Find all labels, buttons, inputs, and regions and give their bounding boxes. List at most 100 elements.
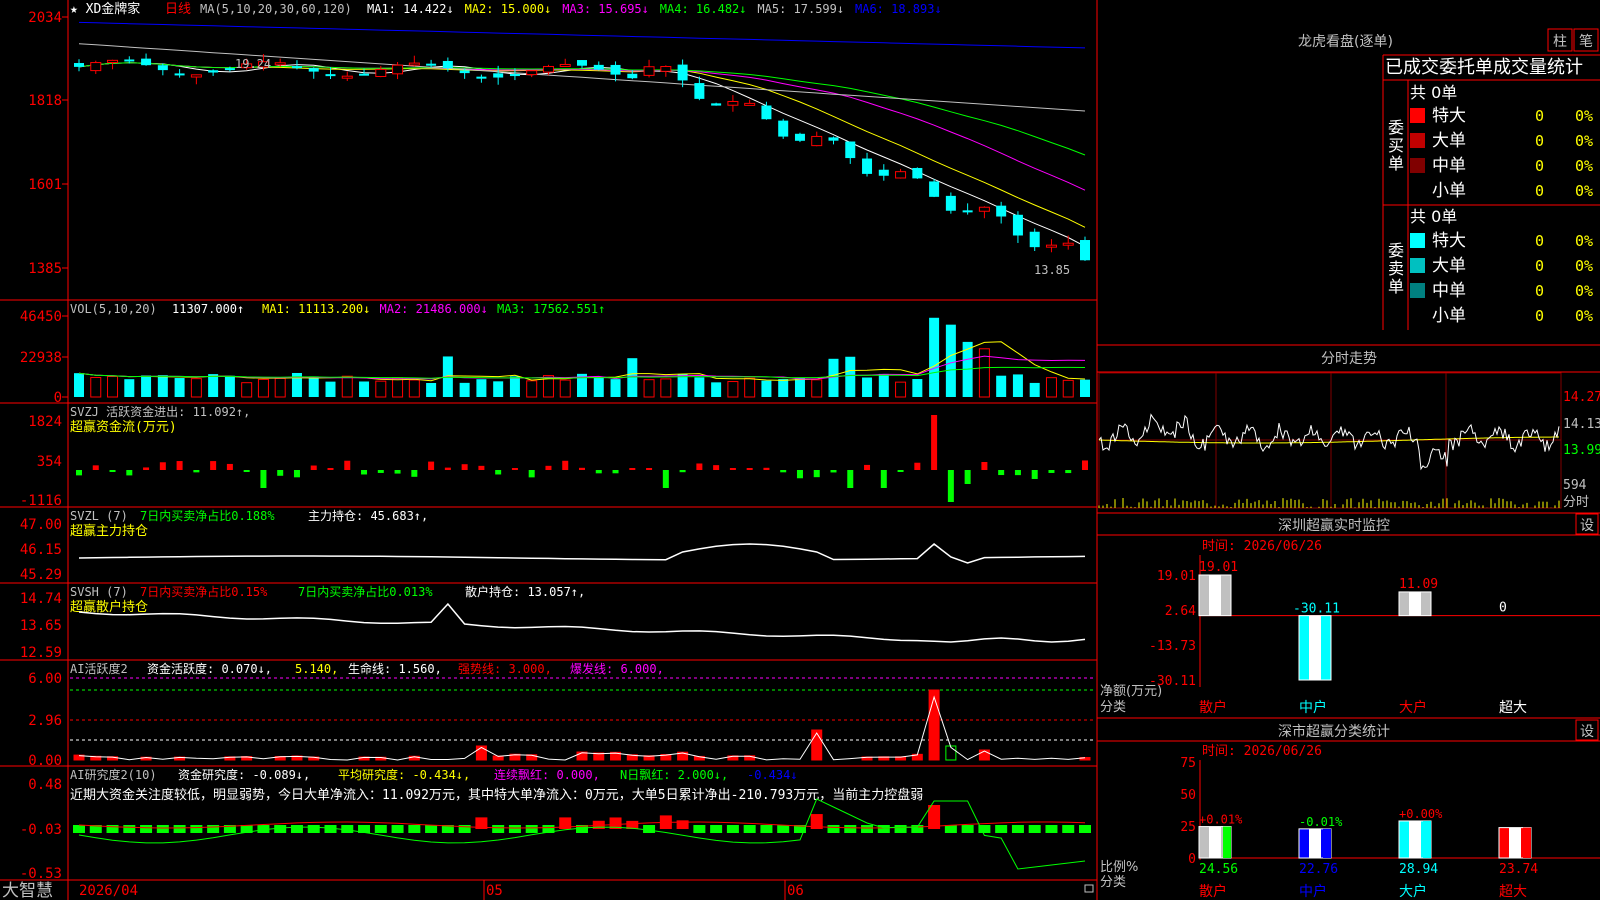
ai2-bar-13 xyxy=(290,825,303,833)
ai2-bar-4 xyxy=(140,825,153,833)
sell-rows-label-0: 特大 xyxy=(1432,231,1466,251)
sell-rows-value-2: 0 xyxy=(1535,282,1544,300)
sz-value-0: 19.01 xyxy=(1199,560,1238,575)
vol-bar-20 xyxy=(408,379,420,398)
candles xyxy=(74,53,1090,261)
ai2-ytick-1: -0.03 xyxy=(20,822,62,838)
vol-bar-25 xyxy=(493,381,504,397)
svsh-ytick-0: 14.74 xyxy=(20,591,62,607)
ai2-bar-50 xyxy=(911,825,924,833)
ma-legend-item-1: MA2: 15.000↓ xyxy=(465,2,552,16)
vol-bar-42 xyxy=(778,379,789,397)
svzj-bar-25 xyxy=(495,470,502,475)
sc-time: 时间: 2026/06/26 xyxy=(1202,744,1322,759)
sell-rows-swatch-2 xyxy=(1410,283,1425,298)
buy-rows-value-2: 0 xyxy=(1535,157,1544,175)
vol-bar-60 xyxy=(1080,379,1090,397)
ai1-label-d: 生命线: 1.560, xyxy=(348,661,442,676)
volume-panel: VOL(5,10,20) 11307.000↑ MA1: 11113.200↓ M… xyxy=(20,302,1090,406)
sell-rows: 特大 0 0% 大单 0 0% 中单 0 0% 小单 0 0% xyxy=(1410,231,1593,326)
sc-bar-hl-2 xyxy=(1409,820,1421,858)
ai2-bar-57 xyxy=(1028,825,1041,833)
svzj-bar-14 xyxy=(310,465,317,470)
candle-body-51 xyxy=(929,181,940,197)
svzj-bar-1 xyxy=(92,465,99,470)
svzl-line xyxy=(78,543,1086,564)
sz-ytick-1: 2.64 xyxy=(1165,604,1196,619)
svzj-bar-22 xyxy=(444,467,451,470)
vol-bar-5 xyxy=(157,375,168,397)
ma-line-1 xyxy=(78,62,1086,247)
stock-terminal: ★ XD金牌家 日线 MA(5,10,20,30,60,120) MA1: 14… xyxy=(0,0,1600,900)
svzj-bar-42 xyxy=(780,470,787,473)
sc-ytick-2: 25 xyxy=(1180,820,1196,835)
ai2-bar-21 xyxy=(425,825,438,833)
candle-body-8 xyxy=(208,70,219,73)
vol-bar-2 xyxy=(107,375,119,398)
vol-bar-15 xyxy=(325,381,336,397)
vol-bar-49 xyxy=(895,381,907,398)
sell-rows-swatch-0 xyxy=(1410,233,1425,248)
sz-bar-hl-2 xyxy=(1409,591,1421,616)
ma-legend: MA1: 14.422↓ MA2: 15.000↓ MA3: 15.695↓ MA4:… xyxy=(367,2,942,16)
sz-time: 时间: 2026/06/26 xyxy=(1202,539,1322,554)
sell-rows-swatch-1 xyxy=(1410,258,1425,273)
svzj-bar-29 xyxy=(562,460,569,470)
candle-body-31 xyxy=(593,64,604,70)
svzj-bar-37 xyxy=(696,463,703,470)
vol-bar-39 xyxy=(727,381,739,398)
candle-body-17 xyxy=(359,73,370,76)
vol-bar-58 xyxy=(1045,377,1057,398)
candle-body-18 xyxy=(375,68,387,77)
kline-ytick-0: 2034 xyxy=(28,10,62,26)
sell-group-2: 卖 xyxy=(1388,259,1404,278)
ai2-bar-56 xyxy=(1011,825,1024,833)
high-price-label: 19.24 xyxy=(235,57,271,71)
svsh-label-c: 7日内买卖净占比0.013% xyxy=(298,584,433,599)
period-label[interactable]: 日线 xyxy=(165,2,191,17)
sz-value-1: -30.11 xyxy=(1293,602,1340,617)
svzj-bar-34 xyxy=(646,468,653,470)
ai2-label-b: 资金研究度: -0.089↓, xyxy=(178,767,310,782)
buy-rows-label-1: 大单 xyxy=(1432,131,1466,151)
date-axis: 大智慧 2026/04 05 06 xyxy=(2,880,1094,900)
sell-rows-value-0: 0 xyxy=(1535,232,1544,250)
sz-category-0: 散户 xyxy=(1199,699,1227,716)
fenshi-ytick-1: 14.13 xyxy=(1563,417,1600,432)
stock-title: ★ XD金牌家 xyxy=(70,1,140,17)
ma-line-3 xyxy=(78,62,1086,191)
fenshi-ytick-0: 14.27 xyxy=(1563,390,1600,405)
svzj-panel: SVZJ 活跃资金进出: 11.092↑, 超赢资金流(万元) 1824 354 -… xyxy=(20,404,1088,509)
svzl-panel: SVZL (7) 7日内买卖净占比0.188% 主力持仓: 45.683↑, 超… xyxy=(20,508,1086,583)
vol-bar-59 xyxy=(1062,379,1074,398)
vol-bar-50 xyxy=(912,379,923,397)
sz-xlabel: 分类 xyxy=(1100,700,1126,715)
sell-rows-pct-3: 0% xyxy=(1575,307,1593,325)
ai2-bar-14 xyxy=(307,825,320,833)
ai2-bar-40 xyxy=(743,825,756,833)
sz-bar-chart: 19.012.64-13.73-30.1119.01散户-30.11中户11.0… xyxy=(1149,560,1600,716)
svzl-label-b: 7日内买卖净占比0.188% xyxy=(140,508,275,523)
ai2-label-a: AI研究度2(10) xyxy=(70,767,157,782)
vol-bar-21 xyxy=(426,382,437,397)
sc-category-2: 大户 xyxy=(1399,883,1427,900)
candle-body-4 xyxy=(141,58,152,66)
ai2-bar-25 xyxy=(492,825,505,833)
buy-rows-value-1: 0 xyxy=(1535,132,1544,150)
candle-body-40 xyxy=(744,102,756,106)
sz-category-3: 超大 xyxy=(1499,700,1527,716)
lock-icon[interactable] xyxy=(1084,884,1094,893)
svzj-bar-48 xyxy=(880,470,887,488)
longhu-panel: 龙虎看盘(逐单) 柱 笔 已成交委托单成交量统计 委 买 单 委 卖 单 共 0… xyxy=(1298,28,1600,330)
sc-ytick-3: 0 xyxy=(1188,852,1196,867)
candle-body-45 xyxy=(828,137,839,141)
svzj-bar-57 xyxy=(1031,470,1038,479)
vol-bar-26 xyxy=(509,376,520,397)
sz-category-2: 大户 xyxy=(1399,699,1427,716)
fenshi-title: 分时走势 xyxy=(1321,351,1377,367)
buy-group-3: 单 xyxy=(1388,154,1404,173)
vol-ytick-2: 0 xyxy=(54,390,62,406)
svzj-ytick-2: -1116 xyxy=(20,493,62,509)
candle-body-53 xyxy=(962,210,973,213)
candle-body-56 xyxy=(1012,214,1023,236)
